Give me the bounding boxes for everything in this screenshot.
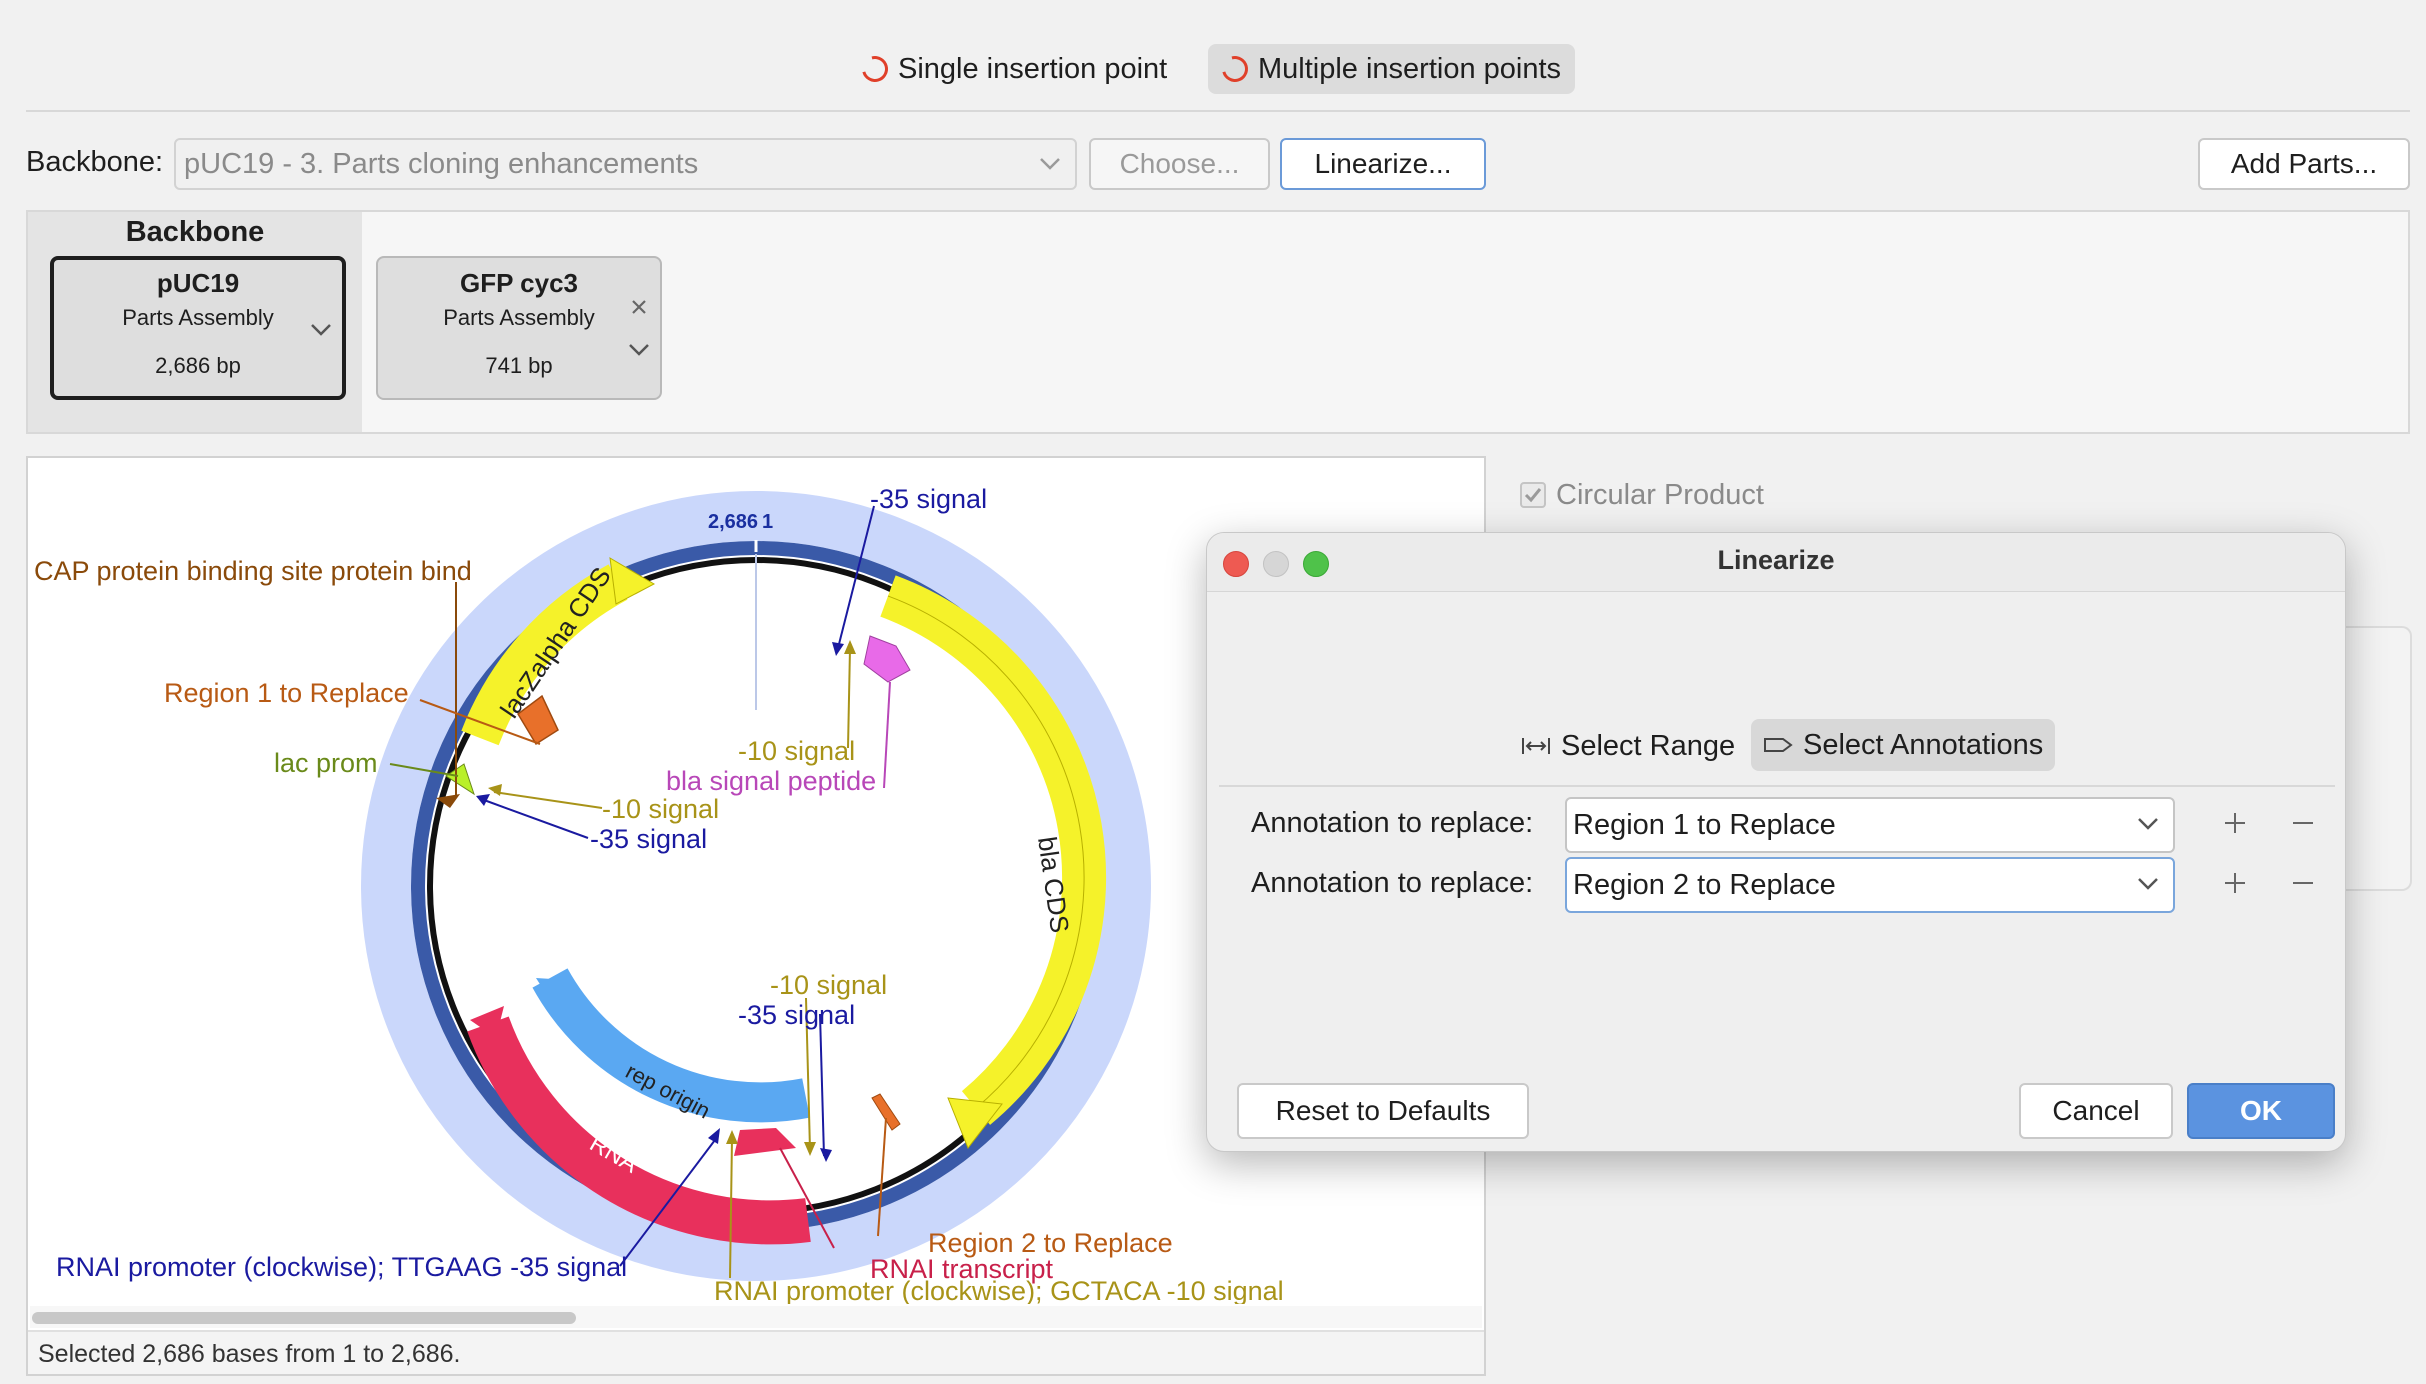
chevron-down-icon[interactable] xyxy=(310,322,332,338)
annotation-select-1[interactable]: Region 1 to Replace xyxy=(1565,797,2175,853)
dialog-title: Linearize xyxy=(1717,545,1835,575)
select-annotations-tab[interactable]: Select Annotations xyxy=(1751,719,2056,771)
linearize-dialog: Linearize Select Range Select Annotation… xyxy=(1206,532,2346,1152)
range-icon xyxy=(1522,738,1550,754)
annotation-arrow-icon xyxy=(1764,738,1793,752)
reset-defaults-button[interactable]: Reset to Defaults xyxy=(1237,1083,1529,1139)
ok-button[interactable]: OK xyxy=(2187,1083,2335,1139)
backbone-select-value: pUC19 - 3. Parts cloning enhancements xyxy=(184,147,699,180)
annotation-lac-prom[interactable]: lac prom xyxy=(274,748,378,778)
single-insertion-toggle[interactable]: Single insertion point xyxy=(848,44,1181,94)
add-row-icon[interactable] xyxy=(2223,811,2247,835)
add-parts-button[interactable]: Add Parts... xyxy=(2198,138,2410,190)
circular-product-checkbox[interactable] xyxy=(1520,482,1546,508)
cancel-button[interactable]: Cancel xyxy=(2019,1083,2173,1139)
chevron-down-icon[interactable] xyxy=(628,342,650,358)
annotation-minus10-top[interactable]: -10 signal xyxy=(738,736,855,766)
remove-row-icon[interactable] xyxy=(2291,811,2315,835)
divider xyxy=(26,110,2410,112)
part-size: 741 bp xyxy=(485,353,553,378)
multiple-insertion-toggle[interactable]: Multiple insertion points xyxy=(1208,44,1576,94)
horizontal-scrollbar[interactable] xyxy=(30,1306,1482,1328)
annotation-rnai-minus10[interactable]: RNAI promoter (clockwise); GCTACA -10 si… xyxy=(714,1276,1284,1304)
dialog-divider xyxy=(1219,785,2335,787)
part-card-puc19[interactable]: pUC19 Parts Assembly 2,686 bp xyxy=(50,256,346,400)
rnai-transcript-feature[interactable] xyxy=(734,1128,796,1156)
annotation-region1[interactable]: Region 1 to Replace xyxy=(164,678,409,708)
annotation-select-value: Region 1 to Replace xyxy=(1573,808,1836,841)
part-type: Parts Assembly xyxy=(443,305,595,330)
position-label: 2,686 xyxy=(708,511,758,533)
annotation-bla-signal[interactable]: bla signal peptide xyxy=(666,766,876,796)
backbone-header: Backbone xyxy=(125,216,265,248)
part-name: GFP cyc3 xyxy=(459,268,579,298)
chevron-down-icon xyxy=(2138,818,2158,830)
part-type: Parts Assembly xyxy=(122,305,274,330)
annotation-minus10-lac[interactable]: -10 signal xyxy=(602,794,719,824)
circle-icon xyxy=(1217,51,1253,87)
annotation-select-2[interactable]: Region 2 to Replace xyxy=(1565,857,2175,913)
annotation-row-label: Annotation to replace: xyxy=(1251,867,1534,899)
select-range-tab[interactable]: Select Range xyxy=(1509,721,1747,771)
backbone-select[interactable]: pUC19 - 3. Parts cloning enhancements xyxy=(174,138,1077,190)
annotation-cap-site[interactable]: CAP protein binding site protein bind xyxy=(34,556,472,586)
multiple-insertion-label: Multiple insertion points xyxy=(1258,52,1562,85)
chevron-down-icon xyxy=(1040,158,1060,170)
single-insertion-label: Single insertion point xyxy=(898,52,1168,85)
circular-product-label: Circular Product xyxy=(1556,479,1764,511)
chevron-down-icon xyxy=(2138,878,2158,890)
annotation-rnai-minus35[interactable]: RNAI promoter (clockwise); TTGAAG -35 si… xyxy=(56,1252,627,1282)
status-text: Selected 2,686 bases from 1 to 2,686. xyxy=(38,1340,461,1368)
annotation-minus35-lac[interactable]: -35 signal xyxy=(590,824,707,854)
annotation-minus10-rna[interactable]: -10 signal xyxy=(770,970,887,1000)
choose-button[interactable]: Choose... xyxy=(1089,138,1270,190)
check-icon xyxy=(1524,488,1542,503)
part-size: 2,686 bp xyxy=(155,353,241,378)
close-icon[interactable] xyxy=(630,298,648,316)
annotation-select-value: Region 2 to Replace xyxy=(1573,868,1836,901)
origin-label: 1 xyxy=(762,511,773,533)
remove-row-icon[interactable] xyxy=(2291,871,2315,895)
select-range-label: Select Range xyxy=(1561,729,1736,762)
annotation-minus35-top[interactable]: -35 signal xyxy=(870,484,987,514)
bla-signal-feature[interactable] xyxy=(863,635,911,683)
add-row-icon[interactable] xyxy=(2223,871,2247,895)
circle-icon xyxy=(857,51,893,87)
part-card-gfp[interactable]: GFP cyc3 Parts Assembly 741 bp xyxy=(376,256,662,400)
part-name: pUC19 xyxy=(156,268,240,298)
annotation-row-label: Annotation to replace: xyxy=(1251,807,1534,839)
annotation-minus35-rna[interactable]: -35 signal xyxy=(738,1000,855,1030)
select-annotations-label: Select Annotations xyxy=(1803,728,2044,761)
scrollbar-thumb[interactable] xyxy=(32,1312,576,1324)
linearize-button[interactable]: Linearize... xyxy=(1280,138,1486,190)
backbone-label: Backbone: xyxy=(26,146,164,178)
